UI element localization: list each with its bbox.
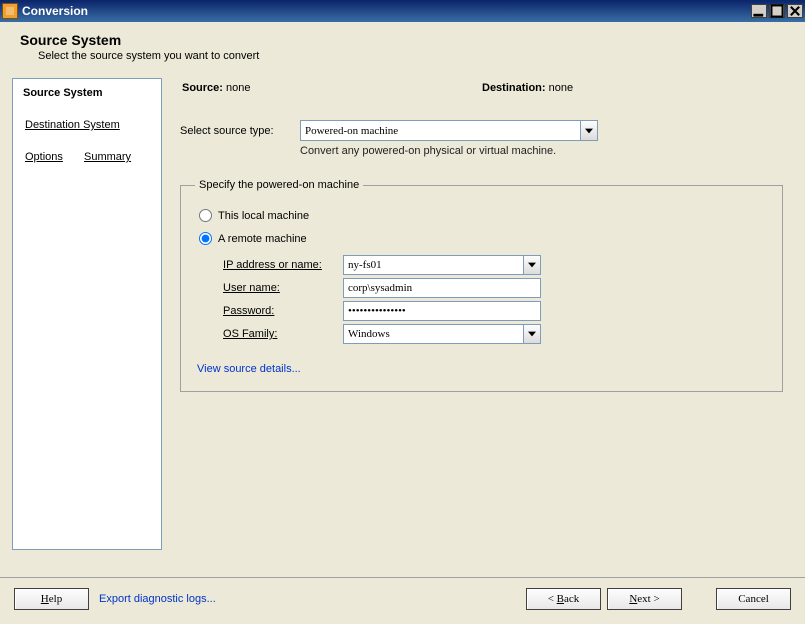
radio-local-input[interactable] [199,209,212,222]
source-type-input[interactable] [300,120,580,141]
radio-remote-input[interactable] [199,232,212,245]
sidebar-item-summary[interactable]: Summary [76,149,139,165]
header: Source System Select the source system y… [0,22,805,78]
app-icon [2,3,18,19]
titlebar: Conversion [0,0,805,22]
chevron-down-icon[interactable] [523,324,541,344]
radio-remote-machine[interactable]: A remote machine [199,232,768,245]
main-panel: Source: none Destination: none Select so… [170,78,793,550]
help-button[interactable]: Help [14,588,89,610]
view-source-details-link[interactable]: View source details... [197,363,301,375]
close-button[interactable] [787,4,803,18]
sidebar-item-source-system[interactable]: Source System [15,85,159,101]
source-value: none [226,82,250,94]
radio-remote-label: A remote machine [218,233,307,245]
source-type-hint: Convert any powered-on physical or virtu… [300,145,783,157]
fieldset-legend: Specify the powered-on machine [195,179,363,191]
os-input[interactable] [343,324,523,344]
radio-local-machine[interactable]: This local machine [199,209,768,222]
os-combo[interactable] [343,324,541,344]
ip-label: IP address or name: [223,259,343,271]
wizard-sidebar: Source System Destination System Options… [12,78,162,550]
cancel-button[interactable]: Cancel [716,588,791,610]
chevron-down-icon[interactable] [523,255,541,275]
username-input[interactable] [343,278,541,298]
page-title: Source System [20,32,785,48]
sidebar-item-destination-system[interactable]: Destination System [17,117,128,133]
ip-input[interactable] [343,255,523,275]
specify-machine-fieldset: Specify the powered-on machine This loca… [180,179,783,392]
back-button[interactable]: < Back [526,588,601,610]
source-type-combo[interactable] [300,120,598,141]
password-label: Password: [223,305,343,317]
next-button[interactable]: Next > [607,588,682,610]
minimize-button[interactable] [751,4,767,18]
destination-label: Destination: [482,82,546,94]
os-family-label: OS Family: [223,328,343,340]
source-label: Source: [182,82,223,94]
maximize-button[interactable] [769,4,785,18]
destination-value: none [549,82,573,94]
sidebar-item-options[interactable]: Options [17,149,71,165]
page-subtitle: Select the source system you want to con… [38,50,785,62]
radio-local-label: This local machine [218,210,309,222]
chevron-down-icon[interactable] [580,120,598,141]
username-label: User name: [223,282,343,294]
select-source-type-label: Select source type: [180,125,300,137]
password-input[interactable] [343,301,541,321]
export-logs-link[interactable]: Export diagnostic logs... [99,593,216,605]
ip-combo[interactable] [343,255,541,275]
footer: Help Export diagnostic logs... < Back Ne… [0,577,805,624]
window-title: Conversion [22,4,751,18]
